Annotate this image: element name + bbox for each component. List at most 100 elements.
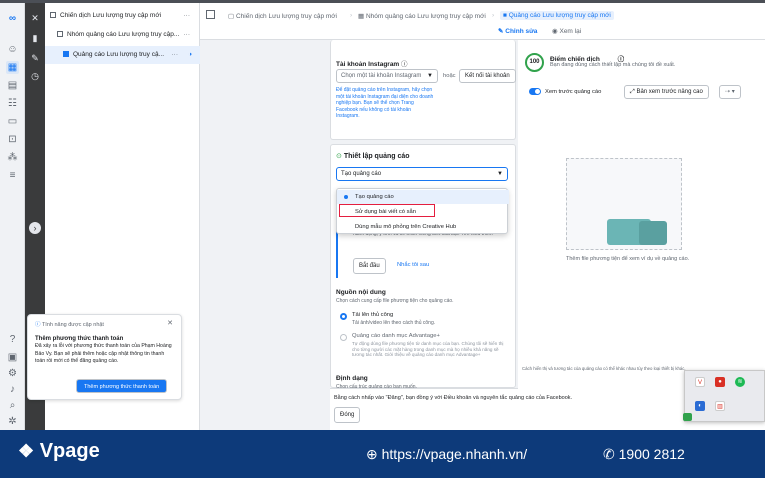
tree-item-label: Chiến dịch Lưu lượng truy cập mới <box>60 12 162 19</box>
teams-icon[interactable]: ◐ <box>695 401 705 411</box>
expand-icon[interactable]: › <box>29 222 41 234</box>
search-icon[interactable]: ⌕ <box>6 399 19 412</box>
upload-radio[interactable] <box>340 313 347 320</box>
option-label: Dùng mẫu mô phỏng trên Creative Hub <box>355 224 457 230</box>
caret-down-icon: ▼ <box>427 73 433 79</box>
source-title: Nguồn nội dung <box>336 289 386 296</box>
tree-item-label: Quảng cáo Lưu lượng truy cậ... <box>73 51 165 58</box>
menu-icon[interactable]: ≡ <box>6 169 19 182</box>
network-icon[interactable]: ⁂ <box>6 151 19 164</box>
report-icon[interactable]: ▣ <box>6 351 19 364</box>
page-icon[interactable]: ▤ <box>6 79 19 92</box>
phone-text: 1900 2812 <box>618 446 685 462</box>
campaign-score-badge: 100 <box>525 53 544 72</box>
card-icon[interactable]: ▭ <box>6 115 19 128</box>
grid-icon <box>57 31 63 38</box>
upload-label: Tải lên thủ công <box>352 312 394 318</box>
selected-dot-icon <box>344 195 348 199</box>
pdf-app-icon[interactable]: V <box>695 377 705 387</box>
edit-label: Chỉnh sửa <box>505 28 538 35</box>
opera-icon[interactable]: ● <box>715 377 725 387</box>
breadcrumb-campaign[interactable]: ▢ Chiến dịch Lưu lượng truy cập mới <box>228 12 337 20</box>
more-icon[interactable]: ··· <box>172 46 179 64</box>
notification-body: Đã xảy ra lỗi với phương thức thanh toán… <box>35 343 172 364</box>
smiley-icon[interactable]: ☺ <box>6 43 19 56</box>
instagram-select[interactable]: Chọn một tài khoản Instagram ▼ <box>336 69 438 83</box>
breadcrumb-bar: ▢ Chiến dịch Lưu lượng truy cập mới › ▦ … <box>200 3 765 40</box>
tree-item-adset[interactable]: Nhóm quảng cáo Lưu lượng truy cập... ··· <box>45 26 200 44</box>
tree-item-ad[interactable]: Quảng cáo Lưu lượng truy cậ... ··· ◑ <box>45 46 200 64</box>
preview-toggle[interactable] <box>529 88 541 95</box>
caret-down-icon: ▼ <box>497 171 503 177</box>
review-label: Xem lại <box>559 28 582 35</box>
instagram-select-value: Chọn một tài khoản Instagram <box>341 73 422 79</box>
score-desc: Bạn đang dùng cách thiết lập mà chúng tô… <box>550 62 676 68</box>
phone-contact[interactable]: ✆ 1900 2812 <box>603 446 685 463</box>
highlight-box <box>339 204 435 217</box>
breadcrumb-separator: › <box>492 12 495 19</box>
sidebar-toggle-icon[interactable] <box>206 10 215 19</box>
instagram-title: Tài khoản Instagram ⓘ <box>336 58 408 68</box>
notification-header: Tính năng được cập nhật <box>41 322 104 328</box>
pencil-icon[interactable]: ✎ <box>29 52 41 64</box>
option-create-ad[interactable]: Tạo quảng cáo <box>337 190 509 204</box>
bug-icon[interactable]: ✲ <box>6 415 19 428</box>
left-icon-rail: ∞ ☺ ▦ ▤ ☷ ▭ ⊡ ⁂ ≡ ? ▣ ⚙ ♪ ⌕ ✲ <box>0 3 25 430</box>
connect-account-button[interactable]: Kết nối tài khoản <box>459 69 516 83</box>
instagram-help-text: Để đặt quảng cáo trên Instagram, hãy chọ… <box>336 87 434 119</box>
vpage-logo-text: Vpage <box>39 440 100 462</box>
phone-icon: ✆ <box>603 446 615 462</box>
info-icon: ⓘ <box>401 61 408 68</box>
preview-note: Cách hiển thị và tương tác của quảng cáo… <box>522 366 686 371</box>
terms-text: Bằng cách nhấp vào "Đăng", bạn đồng ý vớ… <box>334 395 573 401</box>
catalog-label: Quảng cáo danh mục Advantage+ <box>352 333 440 339</box>
bell-icon[interactable]: ♪ <box>6 383 19 396</box>
format-title: Định dạng <box>336 375 368 382</box>
setup-title-text: Thiết lập quảng cáo <box>343 153 410 160</box>
ad-icon <box>63 51 69 58</box>
edit-button[interactable]: ✎ Chỉnh sửa <box>498 27 537 35</box>
more-icon[interactable]: ··· <box>184 26 191 44</box>
close-icon[interactable]: ✕ <box>29 12 41 24</box>
meta-logo-icon[interactable]: ∞ <box>6 12 19 25</box>
share-dropdown-button[interactable]: ⇢ ▾ <box>719 85 741 99</box>
system-tray-popup: V ● ≋ ◐ ▥ <box>683 370 765 422</box>
globe-icon: ⊕ <box>366 446 378 462</box>
spotify-icon[interactable]: ≋ <box>735 377 745 387</box>
chart-icon[interactable]: ▮ <box>29 32 41 44</box>
setup-select-value: Tạo quảng cáo <box>341 171 382 177</box>
catalog-desc: Tự động dùng file phương tiện từ danh mụ… <box>352 341 504 357</box>
payment-notification: ⓘ Tính năng được cập nhật ✕ Thêm phương … <box>27 314 182 400</box>
advanced-preview-button[interactable]: ⤢ Bản xem trước nâng cao <box>624 85 709 99</box>
close-icon[interactable]: ✕ <box>167 319 173 327</box>
start-button[interactable]: Bắt đầu <box>353 258 386 274</box>
tree-item-campaign[interactable]: Chiến dịch Lưu lượng truy cập mới ··· <box>45 7 200 25</box>
green-app-icon[interactable] <box>683 413 692 421</box>
status-half-icon: ◑ <box>188 51 192 58</box>
option-creative-hub[interactable]: Dùng mẫu mô phỏng trên Creative Hub <box>337 220 509 234</box>
remind-later-link[interactable]: Nhắc tôi sau <box>397 262 429 268</box>
calendar-icon[interactable]: ▥ <box>715 401 725 411</box>
source-desc: Chọn cách cung cấp file phương tiện cho … <box>336 298 454 304</box>
add-payment-button[interactable]: Thêm phương thức thanh toán <box>76 379 168 393</box>
breadcrumb-label: Quảng cáo Lưu lượng truy cập mới <box>508 12 611 19</box>
review-button[interactable]: ◉ Xem lại <box>552 27 581 35</box>
breadcrumb-label: Chiến dịch Lưu lượng truy cập mới <box>235 13 338 20</box>
toolbox-icon <box>639 221 667 245</box>
settings-icon[interactable]: ⚙ <box>6 367 19 380</box>
setup-select[interactable]: Tạo quảng cáo ▼ <box>336 167 508 181</box>
breadcrumb-adset[interactable]: ▦ Nhóm quảng cáo Lưu lượng truy cập mới <box>358 12 486 20</box>
history-icon[interactable]: ◷ <box>29 70 41 82</box>
catalog-radio[interactable] <box>340 334 347 341</box>
more-icon[interactable]: ··· <box>184 7 191 25</box>
website-link[interactable]: ⊕ https://vpage.nhanh.vn/ <box>366 446 527 463</box>
vpage-logo: ❖ Vpage <box>18 440 100 463</box>
accent-bar <box>336 230 338 278</box>
notification-title: Thêm phương thức thanh toán <box>35 336 124 342</box>
close-button[interactable]: Đóng <box>334 407 361 423</box>
users-icon[interactable]: ☷ <box>6 97 19 110</box>
breadcrumb-ad[interactable]: ■ Quảng cáo Lưu lượng truy cập mới <box>500 11 614 20</box>
table-icon[interactable]: ▦ <box>6 61 19 74</box>
cart-icon[interactable]: ⊡ <box>6 133 19 146</box>
help-icon[interactable]: ? <box>6 333 19 346</box>
